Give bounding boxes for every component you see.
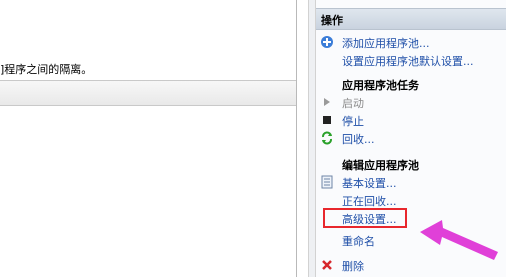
description-text: ]程序之间的隔离。 [0,63,93,76]
section-edit-pool: 编辑应用程序池 [316,155,506,173]
action-recycling-label[interactable]: 正在回收... [342,193,397,209]
delete-x-icon [320,258,334,272]
section-edit-pool-label: 编辑应用程序池 [342,159,419,172]
pane-border [296,0,297,277]
section-pool-tasks-label: 应用程序池任务 [342,79,419,92]
action-stop-label[interactable]: 停止 [342,113,364,129]
action-add-app-pool[interactable]: 添加应用程序池... [316,33,506,51]
settings-icon [320,175,334,189]
action-basic-settings-label[interactable]: 基本设置... [342,175,397,191]
action-set-pool-defaults[interactable]: 设置应用程序池默认设置... [316,51,506,69]
play-icon [320,95,334,109]
main-content-pane: ]程序之间的隔离。 [0,0,308,277]
action-basic-settings[interactable]: 基本设置... [316,173,506,191]
action-start: 启动 [316,93,506,111]
action-stop[interactable]: 停止 [316,111,506,129]
pointer-arrow-icon [420,220,498,260]
action-start-label: 启动 [342,97,364,110]
pane-splitter[interactable] [308,0,316,277]
action-recycle[interactable]: 回收... [316,129,506,147]
action-delete-label[interactable]: 删除 [342,258,364,274]
action-recycle-label[interactable]: 回收... [342,131,375,147]
recycle-icon [320,131,334,145]
action-recycling[interactable]: 正在回收... [316,191,506,209]
actions-header: 操作 [316,8,506,30]
add-pool-icon [320,35,334,49]
action-set-pool-defaults-label[interactable]: 设置应用程序池默认设置... [342,53,474,69]
action-rename-label[interactable]: 重命名 [342,233,375,249]
action-add-app-pool-label[interactable]: 添加应用程序池... [342,35,430,51]
actions-title: 操作 [321,14,343,27]
list-header-bar [0,80,296,106]
stop-icon [320,113,334,127]
section-pool-tasks: 应用程序池任务 [316,75,506,93]
